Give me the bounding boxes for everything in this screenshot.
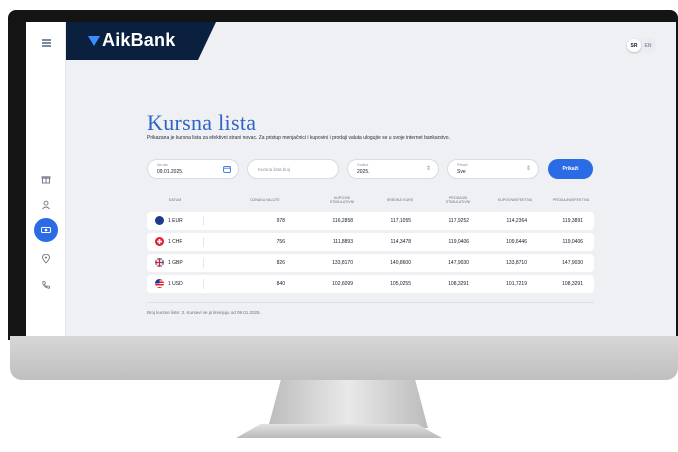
show-value: Sve (457, 169, 466, 175)
page-subtitle: Prikazana je kursna lista za efektivni s… (147, 135, 450, 141)
lang-option-sr[interactable]: SR (627, 39, 641, 52)
sell-eff-cell: 119,0406 (562, 239, 583, 245)
currency-cell: 1 CHF (168, 239, 183, 245)
middle-cell: 105,0255 (390, 281, 411, 287)
buy-stim-cell: 111,8893 (332, 239, 353, 245)
currency-cell: 1 USD (168, 281, 183, 287)
divider (203, 279, 204, 289)
header-kupovni-eff: KUPOVNI/EFEKTIVA (497, 198, 533, 202)
screen: AikBank SR EN Kursna lista Prikazana je … (26, 22, 676, 336)
list-number-input[interactable]: Kursna lista broj (247, 159, 339, 179)
sell-eff-cell: 108,3291 (562, 281, 583, 287)
header-datum: DATUM (168, 198, 182, 202)
monitor-stand-foot (236, 424, 442, 438)
middle-cell: 114,3478 (390, 239, 411, 245)
lang-option-en[interactable]: EN (641, 39, 655, 52)
divider (203, 258, 204, 268)
monitor-chin (10, 336, 678, 380)
sell-stim-cell: 117,9252 (448, 218, 469, 224)
buy-eff-cell: 101,7219 (506, 281, 527, 287)
gift-icon[interactable] (37, 170, 55, 188)
table-row: 1 EUR 978 116,2858 117,1055 117,9252 114… (147, 212, 594, 230)
show-select[interactable]: Prikaži Sve ⇕ (447, 159, 539, 179)
menu-icon[interactable] (37, 34, 55, 52)
bank-name: AikBank (102, 30, 176, 50)
middle-cell: 140,8600 (390, 260, 411, 266)
currency-cell: 1 EUR (168, 218, 183, 224)
buy-eff-cell: 114,2364 (506, 218, 527, 224)
buy-eff-cell: 133,8710 (506, 260, 527, 266)
code-cell: 756 (276, 239, 285, 245)
ch-flag-icon (155, 237, 164, 246)
select-arrows-icon: ⇕ (525, 166, 531, 172)
table-row: 1 CHF 756 111,8893 114,3478 119,0406 109… (147, 233, 594, 251)
divider (203, 216, 204, 226)
location-icon[interactable] (37, 250, 55, 268)
buy-stim-cell: 102,6099 (332, 281, 353, 287)
calendar-icon[interactable] (223, 165, 231, 175)
table-row: 1 USD 840 102,6099 105,0255 108,3291 101… (147, 275, 594, 293)
show-button[interactable]: Prikaži (548, 159, 593, 179)
phone-icon[interactable] (37, 276, 55, 294)
header-prodajni-stim: PRODAJNI STIMULATIVNI (445, 196, 471, 205)
buy-eff-cell: 109,6446 (506, 239, 527, 245)
list-number-placeholder: Kursna lista broj (258, 167, 291, 172)
logo-mark-icon (88, 35, 100, 46)
year-label: Godina (357, 163, 369, 167)
language-switch[interactable]: SR EN (626, 38, 656, 53)
header-oznaka: OZNAKA VALUTE (250, 198, 280, 202)
table-divider (147, 302, 594, 303)
select-arrows-icon: ⇕ (425, 166, 431, 172)
show-label: Prikaži (457, 163, 468, 167)
year-select[interactable]: Godina 2025. ⇕ (347, 159, 439, 179)
buy-stim-cell: 133,8170 (332, 260, 353, 266)
us-flag-icon (155, 279, 164, 288)
code-cell: 978 (276, 218, 285, 224)
year-value: 2025. (357, 169, 370, 175)
sell-eff-cell: 147,9030 (562, 260, 583, 266)
header-kupovni-stim: KUPOVNI STIMULATIVNI (329, 196, 355, 205)
list-footnote: Broj kursne liste: 3. Kursevi se primenj… (147, 310, 261, 315)
date-label: Na dan (157, 163, 169, 167)
sell-stim-cell: 119,0406 (448, 239, 469, 245)
page-title: Kursna lista (147, 110, 257, 135)
middle-cell: 117,1055 (390, 218, 411, 224)
eu-flag-icon (155, 216, 164, 225)
header-prodajni-eff: PRODAJNI/EFEKTIVA (552, 198, 590, 202)
table-header: DATUM OZNAKA VALUTE KUPOVNI STIMULATIVNI… (147, 196, 594, 210)
date-field[interactable]: Na dan 09.01.2025. (147, 159, 239, 179)
sell-eff-cell: 119,3891 (562, 218, 583, 224)
sell-stim-cell: 147,9030 (448, 260, 469, 266)
code-cell: 840 (276, 281, 285, 287)
monitor-mockup: AikBank SR EN Kursna lista Prikazana je … (0, 0, 678, 452)
gb-flag-icon (155, 258, 164, 267)
date-value: 09.01.2025. (157, 169, 184, 175)
currency-icon[interactable] (34, 218, 58, 242)
currency-cell: 1 GBP (168, 260, 183, 266)
code-cell: 826 (276, 260, 285, 266)
sell-stim-cell: 108,3291 (448, 281, 469, 287)
divider (203, 237, 204, 247)
monitor-stand-neck (268, 380, 428, 428)
user-icon[interactable] (37, 196, 55, 214)
sidebar (26, 22, 66, 336)
header-srednji: SREDNJI KURS (386, 198, 414, 202)
table-row: 1 GBP 826 133,8170 140,8600 147,9030 133… (147, 254, 594, 272)
buy-stim-cell: 116,2858 (332, 218, 353, 224)
bank-logo[interactable]: AikBank (88, 30, 175, 51)
